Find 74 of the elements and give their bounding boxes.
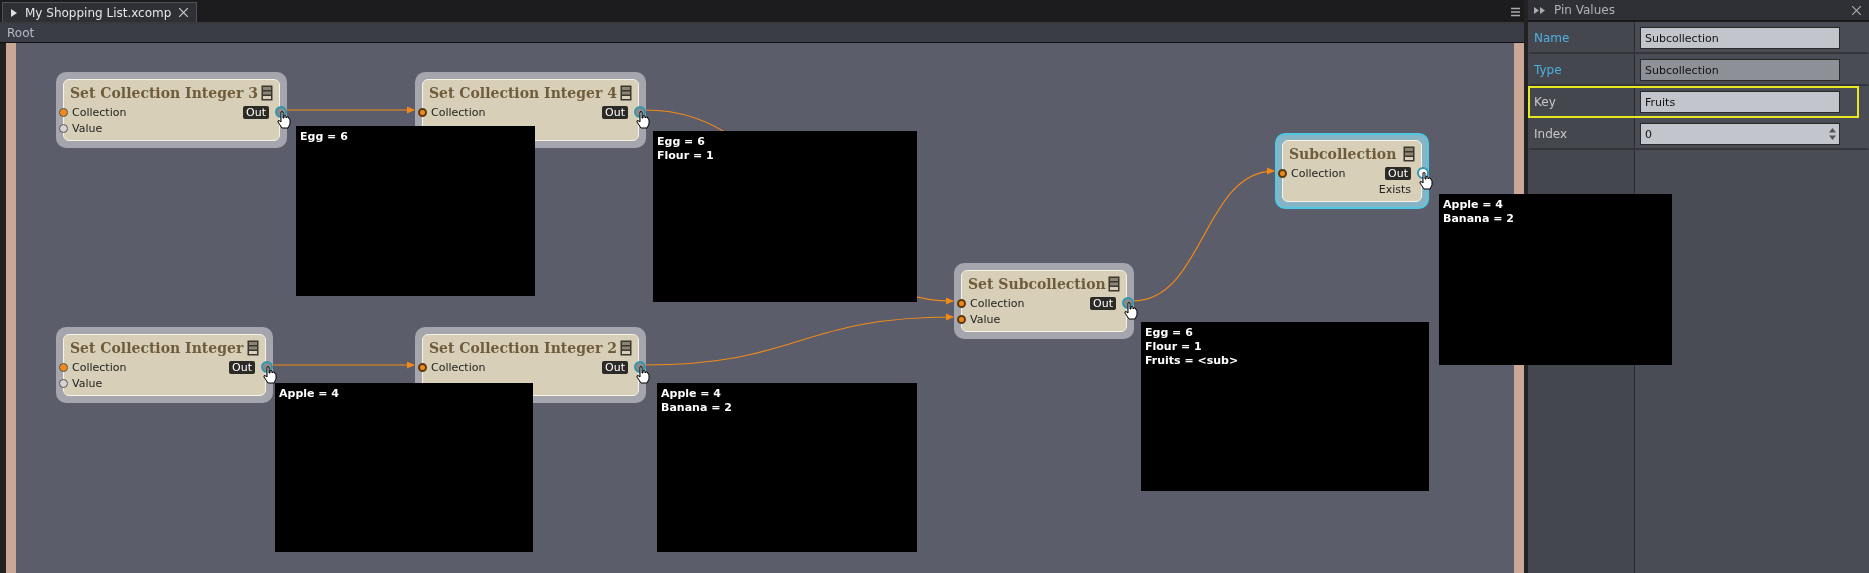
hand-cursor-icon xyxy=(277,111,291,129)
graph-node[interactable]: Set Collection Integer 3 Collection Value Out xyxy=(56,72,287,148)
property-label: Type xyxy=(1533,63,1563,77)
node-title: Subcollection xyxy=(1289,146,1397,162)
panel-title: Pin Values xyxy=(1554,3,1616,17)
property-label: Name xyxy=(1533,31,1571,45)
pin-label: Value xyxy=(72,376,103,390)
input-pin[interactable] xyxy=(957,298,966,308)
breadcrumb[interactable]: Root xyxy=(0,26,35,40)
stack-icon[interactable] xyxy=(620,340,632,356)
stack-icon[interactable] xyxy=(1108,276,1120,292)
pin-label: Value xyxy=(72,121,103,135)
hand-cursor-icon xyxy=(636,366,650,384)
tooltip-line: Apple = 4 xyxy=(279,387,341,401)
node-title: Set Subcollection xyxy=(968,276,1106,292)
stack-icon[interactable] xyxy=(261,85,273,101)
output-label: Out xyxy=(602,360,628,374)
hand-cursor-icon xyxy=(636,111,650,129)
input-pin[interactable] xyxy=(59,123,68,133)
stack-icon[interactable] xyxy=(1403,146,1415,162)
tab-label: My Shopping List.xcomp xyxy=(25,5,172,20)
graph-node[interactable]: Subcollection Collection Out Exists xyxy=(1275,133,1429,209)
stack-icon[interactable] xyxy=(247,340,259,356)
output-label: Exists xyxy=(1378,182,1411,196)
tooltip-line: Egg = 6 xyxy=(657,135,706,149)
output-label: Out xyxy=(1385,166,1411,180)
input-pin[interactable] xyxy=(418,362,427,372)
pin-label: Collection xyxy=(72,360,127,374)
hand-cursor-icon xyxy=(1419,172,1433,190)
pin-label: Collection xyxy=(72,105,127,119)
pin-label: Value xyxy=(970,312,1001,326)
node-title: Set Collection Integer 2 xyxy=(429,340,617,356)
property-label: Index xyxy=(1533,127,1569,141)
tooltip-line: Egg = 6 xyxy=(300,130,349,144)
pin-label: Collection xyxy=(431,360,486,374)
tooltip-line: Flour = 1 xyxy=(657,149,715,163)
tooltip-line: Banana = 2 xyxy=(1443,212,1515,226)
fast-forward-icon[interactable] xyxy=(1534,6,1546,14)
close-icon[interactable] xyxy=(179,8,189,17)
document-tab[interactable]: My Shopping List.xcomp xyxy=(2,2,198,22)
tooltip-line: Flour = 1 xyxy=(1145,340,1203,354)
node-title: Set Collection Integer xyxy=(70,340,244,356)
input-pin[interactable] xyxy=(59,362,68,372)
hand-cursor-icon xyxy=(1124,302,1138,320)
pin-label: Collection xyxy=(1291,166,1346,180)
input-pin[interactable] xyxy=(957,314,966,324)
spin-field[interactable]: 0 xyxy=(1640,123,1840,145)
output-label: Out xyxy=(229,360,255,374)
tooltip-line: Apple = 4 xyxy=(1443,198,1505,212)
property-label: Key xyxy=(1533,95,1557,109)
output-label: Out xyxy=(243,105,269,119)
input-pin[interactable] xyxy=(418,107,427,117)
pin-label: Collection xyxy=(970,296,1025,310)
output-label: Out xyxy=(1090,296,1116,310)
tooltip-line: Apple = 4 xyxy=(661,387,723,401)
close-icon[interactable] xyxy=(1852,5,1861,15)
spinner-arrows-icon[interactable] xyxy=(1828,127,1837,141)
input-field[interactable]: Fruits xyxy=(1640,91,1840,113)
menu-icon[interactable] xyxy=(1511,7,1520,17)
stack-icon[interactable] xyxy=(620,85,632,101)
node-title: Set Collection Integer 4 xyxy=(429,85,617,101)
input-pin[interactable] xyxy=(59,378,68,388)
graph-node[interactable]: Set Collection Integer Collection Value Out xyxy=(56,327,273,403)
pin-label: Collection xyxy=(431,105,486,119)
tooltip-line: Banana = 2 xyxy=(661,401,733,415)
output-label: Out xyxy=(602,105,628,119)
input-pin[interactable] xyxy=(59,107,68,117)
tooltip-line: Egg = 6 xyxy=(1145,326,1194,340)
tooltip-line: Fruits = <sub> xyxy=(1145,354,1240,368)
play-icon xyxy=(11,8,17,17)
input-pin[interactable] xyxy=(1278,168,1287,178)
node-title: Set Collection Integer 3 xyxy=(70,85,258,101)
graph-node[interactable]: Set Subcollection Collection Value Out xyxy=(954,263,1134,339)
input-field[interactable]: Subcollection xyxy=(1640,27,1840,49)
